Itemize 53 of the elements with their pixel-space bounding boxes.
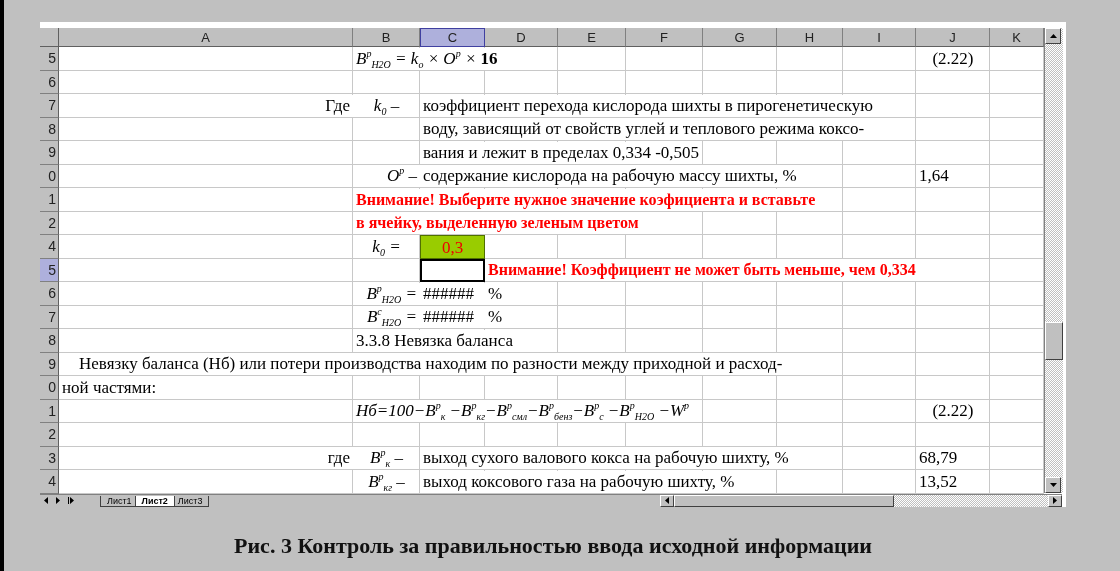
row-header[interactable]: 4 (40, 235, 59, 259)
row-header[interactable]: 7 (40, 94, 59, 118)
column-header[interactable]: A (59, 28, 353, 47)
row-header[interactable]: 6 (40, 70, 59, 94)
column-header[interactable]: G (703, 28, 777, 47)
scroll-right-button[interactable] (1048, 494, 1062, 507)
row-header[interactable]: 2 (40, 211, 59, 235)
column-header[interactable]: K (990, 28, 1044, 47)
row-header[interactable]: 1 (40, 399, 59, 423)
warning-message: в ячейку, выделенную зеленым цветом (353, 212, 642, 235)
scroll-left-icon (665, 497, 669, 504)
row-header[interactable]: 6 (40, 282, 59, 306)
scroll-up-icon (1049, 34, 1057, 38)
warning-message: Внимание! Коэффициент не может быть меньше, чем 0,334 (485, 259, 919, 282)
scroll-right-icon (1053, 497, 1057, 504)
row-header[interactable]: 0 (40, 164, 59, 188)
row-header[interactable]: 5 (40, 258, 59, 282)
row-header[interactable]: 7 (40, 305, 59, 329)
column-header[interactable]: F (626, 28, 703, 47)
horizontal-scrollbar[interactable] (660, 494, 1062, 507)
scroll-left-button[interactable] (660, 494, 674, 507)
error-value: ###### (420, 306, 485, 329)
scroll-down-button[interactable] (1045, 477, 1061, 493)
sheet-tab[interactable]: Лист2 (134, 495, 175, 507)
row-header[interactable]: 0 (40, 376, 59, 400)
row-header[interactable]: 3 (40, 446, 59, 470)
scrollbar-thumb[interactable] (674, 494, 894, 507)
formula: B$^{р}$$_{H2O}$ = (363, 282, 420, 305)
cell-text: Где (322, 94, 353, 117)
column-header[interactable]: E (558, 28, 626, 47)
scroll-up-button[interactable] (1045, 28, 1061, 44)
vertical-scrollbar[interactable] (1044, 28, 1063, 493)
row-header[interactable]: 2 (40, 423, 59, 447)
row-header[interactable]: 8 (40, 117, 59, 141)
column-header[interactable]: H (777, 28, 843, 47)
scroll-down-icon (1049, 483, 1057, 487)
scrollbar-thumb[interactable] (1045, 322, 1063, 360)
cell-text: 3.3.8 Невязка баланса (353, 329, 516, 352)
column-header[interactable]: J (916, 28, 990, 47)
column-header[interactable]: I (843, 28, 916, 47)
column-header[interactable]: D (485, 28, 558, 47)
row-header[interactable]: 5 (40, 47, 59, 71)
select-all-button[interactable] (40, 28, 59, 47)
row-header[interactable]: 9 (40, 141, 59, 165)
column-header[interactable]: B (353, 28, 420, 47)
column-header[interactable]: C (420, 28, 485, 47)
row-header[interactable]: 1 (40, 188, 59, 212)
figure-caption: Рис. 3 Контроль за правильностью ввода исходной информации (234, 532, 872, 559)
row-header[interactable]: 8 (40, 329, 59, 353)
error-value: ###### (420, 282, 485, 305)
row-header[interactable]: 4 (40, 470, 59, 494)
active-cell[interactable] (420, 258, 485, 282)
row-header[interactable]: 9 (40, 352, 59, 376)
